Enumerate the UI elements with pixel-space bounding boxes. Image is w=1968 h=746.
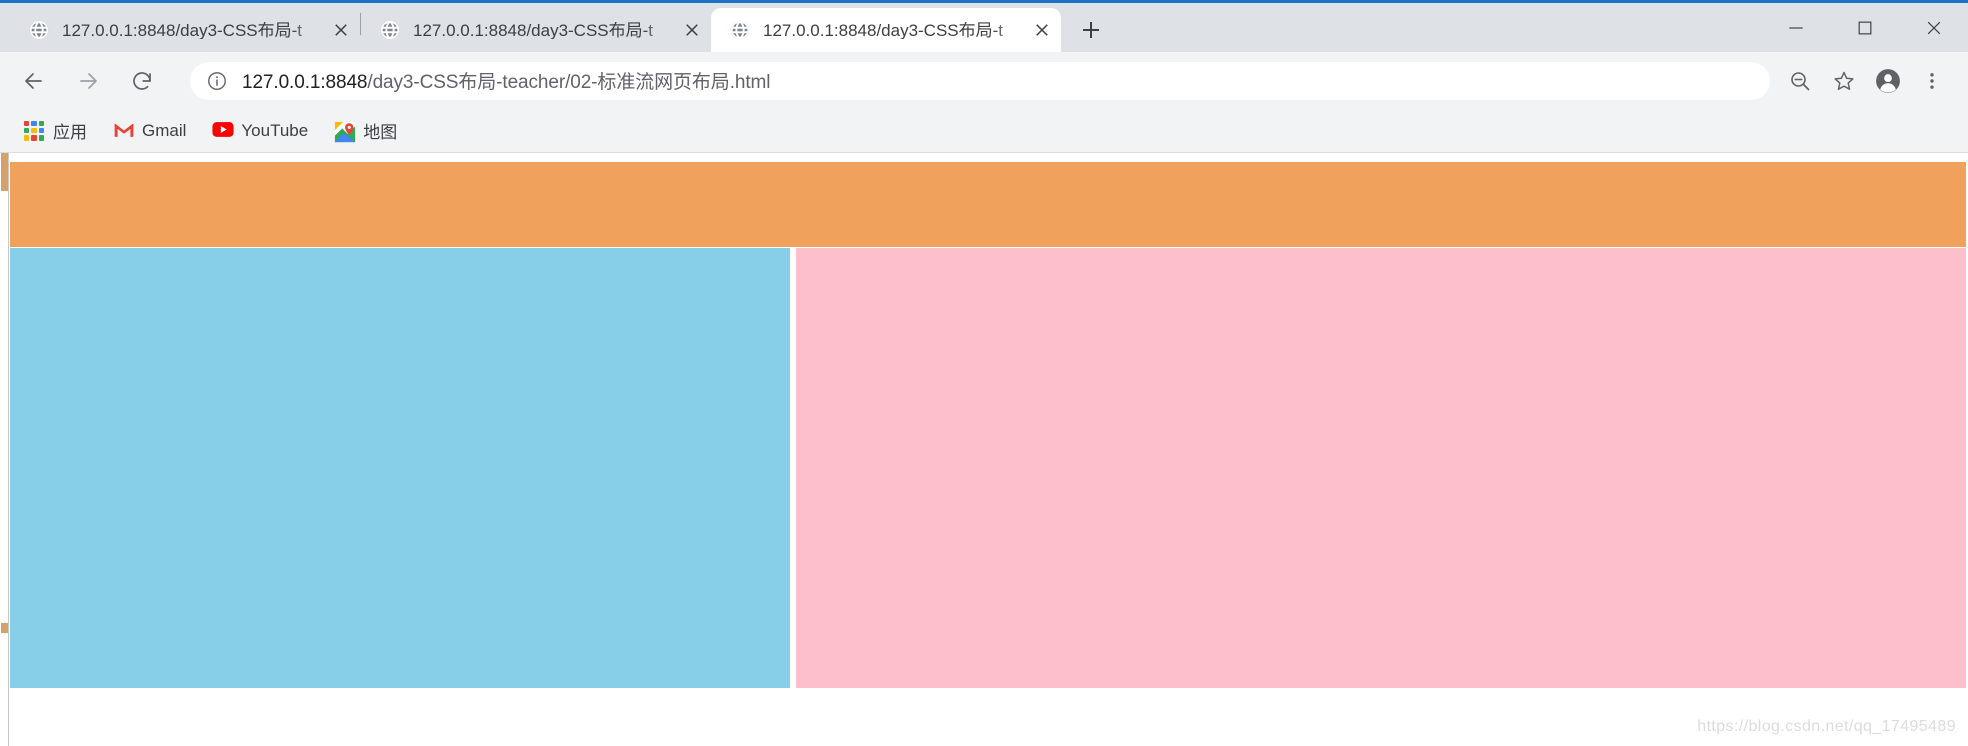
three-dot-menu-icon[interactable] [1910, 59, 1954, 103]
edge-fleck-bottom [1, 623, 8, 633]
minimize-icon[interactable] [1761, 3, 1830, 52]
edge-fleck-top [1, 153, 8, 191]
bookmark-gmail[interactable]: Gmail [103, 115, 196, 147]
back-arrow-icon[interactable] [14, 61, 54, 101]
reload-icon[interactable] [122, 61, 162, 101]
browser-window: 127.0.0.1:8848/day3-CSS布局-t 127.0.0.1:88… [0, 0, 1968, 746]
bookmark-youtube[interactable]: YouTube [202, 115, 318, 147]
left-column-box [10, 248, 790, 688]
bookmark-maps[interactable]: 地图 [324, 115, 407, 147]
youtube-icon [212, 121, 234, 141]
tab-title: 127.0.0.1:8848/day3-CSS布局-t [62, 21, 303, 39]
toolbar-icon-group [1778, 59, 1954, 103]
globe-icon [28, 19, 50, 41]
globe-icon [729, 19, 751, 41]
profile-avatar-icon[interactable] [1866, 59, 1910, 103]
top-banner-box [10, 162, 1966, 247]
info-circle-icon[interactable] [206, 70, 228, 92]
bookmark-label: 应用 [53, 123, 87, 142]
bookmark-label: 地图 [363, 123, 398, 142]
browser-tab-2[interactable]: 127.0.0.1:8848/day3-CSS布局-t [361, 8, 711, 52]
tab-title: 127.0.0.1:8848/day3-CSS布局-t [763, 21, 1004, 39]
browser-tab-3-active[interactable]: 127.0.0.1:8848/day3-CSS布局-t [711, 8, 1061, 52]
google-maps-icon [334, 121, 356, 142]
address-bar[interactable]: 127.0.0.1:8848/day3-CSS布局-teacher/02-标准流… [190, 61, 1770, 100]
new-tab-button[interactable] [1073, 12, 1109, 48]
gmail-icon [113, 121, 134, 141]
star-icon[interactable] [1822, 59, 1866, 103]
bookmark-label: YouTube [241, 120, 309, 140]
apps-grid-icon [24, 120, 44, 141]
right-column-box [796, 248, 1966, 688]
tab-title: 127.0.0.1:8848/day3-CSS布局-t [413, 21, 654, 39]
url-host: 127.0.0.1:8848 [242, 72, 368, 93]
browser-toolbar: 127.0.0.1:8848/day3-CSS布局-teacher/02-标准流… [0, 52, 1968, 109]
browser-tab-1[interactable]: 127.0.0.1:8848/day3-CSS布局-t [10, 8, 360, 52]
close-icon[interactable] [328, 17, 354, 43]
maximize-icon[interactable] [1830, 3, 1899, 52]
zoom-out-icon[interactable] [1778, 59, 1822, 103]
globe-icon [379, 19, 401, 41]
forward-arrow-icon[interactable] [68, 61, 108, 101]
columns-row [10, 248, 1968, 688]
url-text: 127.0.0.1:8848/day3-CSS布局-teacher/02-标准流… [242, 67, 770, 94]
page-viewport: https://blog.csdn.net/qq_17495489 [0, 153, 1968, 746]
close-icon[interactable] [1899, 3, 1968, 52]
close-icon[interactable] [1029, 17, 1055, 43]
url-path: /day3-CSS布局-teacher/02-标准流网页布局.html [367, 72, 771, 93]
close-icon[interactable] [679, 17, 705, 43]
page-left-edge-strip [0, 153, 9, 746]
bookmarks-bar: 应用 Gmail YouTube 地图 [0, 109, 1968, 153]
bookmark-apps[interactable]: 应用 [14, 115, 97, 147]
tab-strip: 127.0.0.1:8848/day3-CSS布局-t 127.0.0.1:88… [0, 0, 1968, 52]
page-document-body [10, 162, 1968, 746]
bookmark-label: Gmail [142, 120, 187, 140]
window-controls [1761, 3, 1968, 52]
